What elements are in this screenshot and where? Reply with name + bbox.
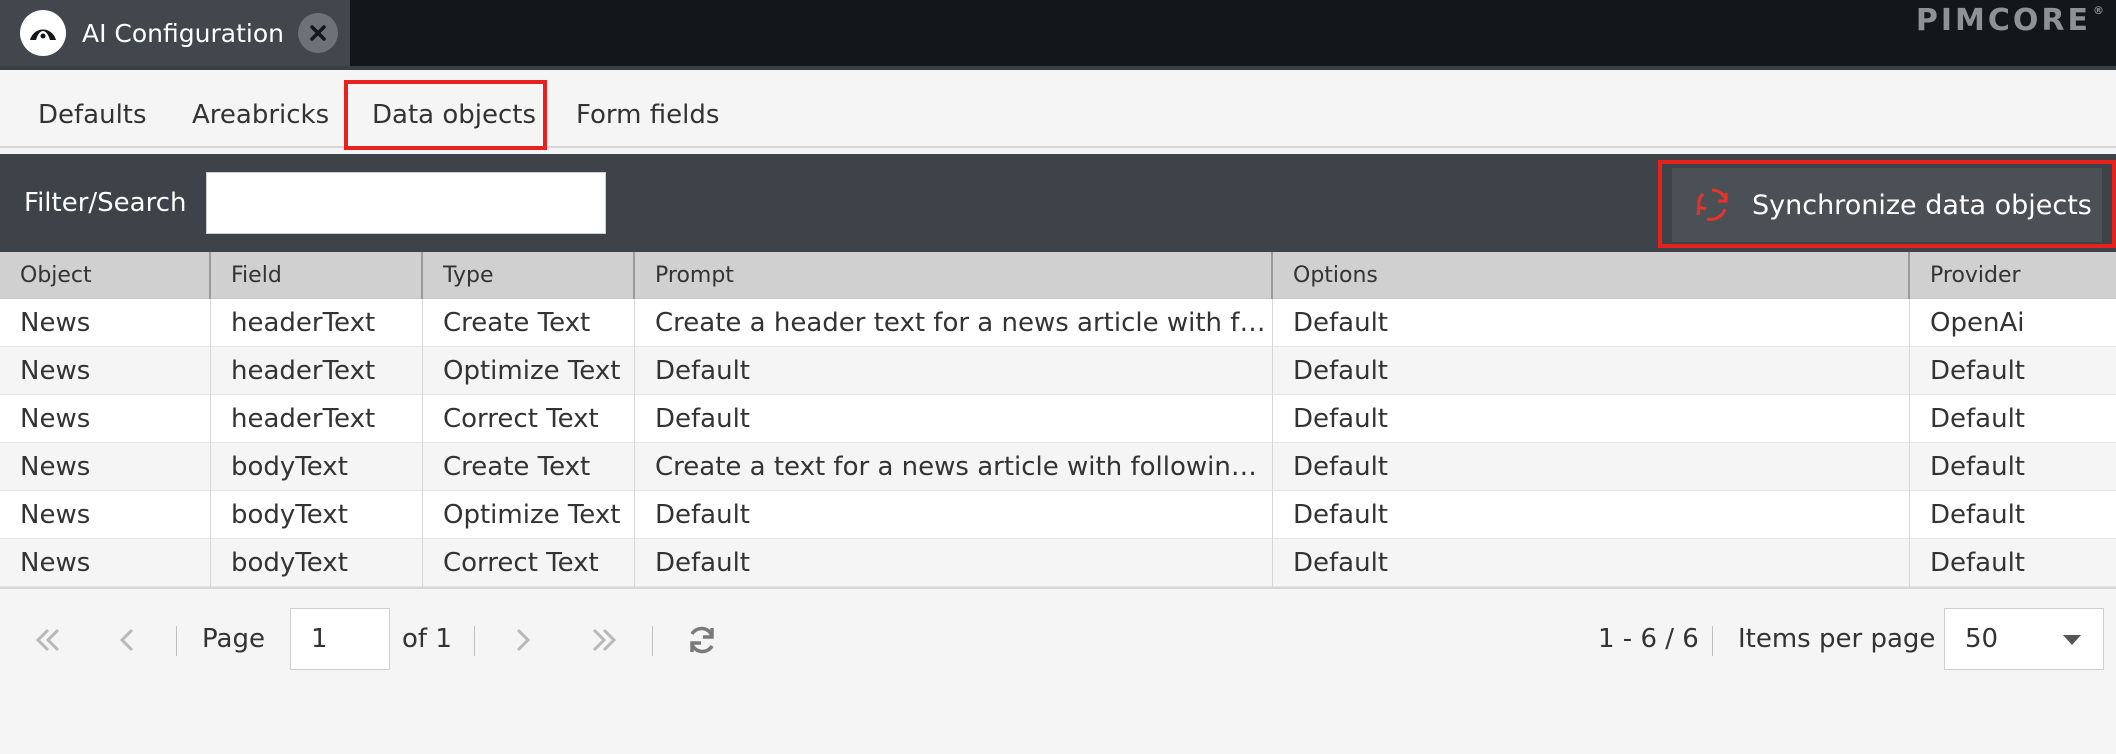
tab-form-fields[interactable]: Form fields (576, 100, 719, 130)
cell-field: bodyText (211, 443, 423, 491)
cell-object: News (0, 347, 211, 395)
cell-field: headerText (211, 347, 423, 395)
column-header-prompt[interactable]: Prompt (635, 252, 1273, 299)
synchronize-data-objects-button[interactable]: Synchronize data objects (1672, 168, 2102, 242)
subtab-bar: Defaults Areabricks Data objects Form fi… (0, 70, 2116, 148)
cell-type: Optimize Text (423, 491, 635, 539)
cell-field: headerText (211, 299, 423, 347)
column-header-object[interactable]: Object (0, 252, 211, 299)
cell-provider[interactable]: OpenAi (1910, 299, 2116, 347)
table-row[interactable]: News bodyText Optimize Text Default Defa… (0, 491, 2116, 539)
separator (176, 626, 177, 656)
page-number-input[interactable]: 1 (290, 608, 390, 670)
filter-search-input[interactable] (206, 172, 606, 234)
sync-button-label: Synchronize data objects (1752, 189, 2092, 221)
pimcore-logo-icon (20, 10, 66, 56)
separator (474, 626, 475, 656)
page-count-label: of 1 (402, 624, 452, 654)
chevron-down-icon (2063, 635, 2081, 645)
cell-object: News (0, 299, 211, 347)
grid-bottom-border (0, 587, 2116, 589)
cell-field: headerText (211, 395, 423, 443)
close-icon[interactable] (298, 13, 338, 53)
last-page-icon[interactable] (586, 622, 622, 658)
items-per-page-value: 50 (1965, 624, 1999, 654)
cell-field: bodyText (211, 491, 423, 539)
sync-icon (1696, 188, 1728, 221)
cell-type: Optimize Text (423, 347, 635, 395)
separator (1712, 626, 1713, 656)
cell-object: News (0, 395, 211, 443)
cell-type: Create Text (423, 299, 635, 347)
cell-object: News (0, 539, 211, 587)
cell-object: News (0, 443, 211, 491)
filter-search-label: Filter/Search (24, 188, 187, 218)
refresh-icon[interactable] (684, 622, 720, 658)
cell-options[interactable]: Default (1273, 539, 1910, 587)
cell-options[interactable]: Default (1273, 299, 1910, 347)
grid-header: Object Field Type Prompt Options Provide… (0, 252, 2116, 299)
column-header-provider[interactable]: Provider (1910, 252, 2116, 299)
table-row[interactable]: News headerText Create Text Create a hea… (0, 299, 2116, 347)
items-per-page-select[interactable]: 50 (1944, 608, 2104, 670)
tab-ai-configuration[interactable]: AI Configuration (0, 0, 350, 66)
cell-type: Create Text (423, 443, 635, 491)
cell-prompt[interactable]: Default (635, 539, 1273, 587)
first-page-icon[interactable] (30, 622, 66, 658)
cell-provider[interactable]: Default (1910, 347, 2116, 395)
tab-title: AI Configuration (82, 18, 284, 48)
items-per-page-label: Items per page (1738, 624, 1936, 654)
cell-object: News (0, 491, 211, 539)
cell-type: Correct Text (423, 395, 635, 443)
column-header-type[interactable]: Type (423, 252, 635, 299)
brand-registered-mark: ® (2093, 3, 2104, 17)
cell-provider[interactable]: Default (1910, 539, 2116, 587)
table-row[interactable]: News headerText Optimize Text Default De… (0, 347, 2116, 395)
table-row[interactable]: News headerText Correct Text Default Def… (0, 395, 2116, 443)
next-page-icon[interactable] (504, 622, 540, 658)
cell-type: Correct Text (423, 539, 635, 587)
column-header-field[interactable]: Field (211, 252, 423, 299)
cell-provider[interactable]: Default (1910, 443, 2116, 491)
table-row[interactable]: News bodyText Create Text Create a text … (0, 443, 2116, 491)
cell-provider[interactable]: Default (1910, 491, 2116, 539)
brand-logo: PIMCORE ® (1916, 0, 2104, 40)
ai-config-grid: Object Field Type Prompt Options Provide… (0, 252, 2116, 589)
cell-options[interactable]: Default (1273, 491, 1910, 539)
highlight-data-objects-tab (344, 80, 547, 150)
cell-options[interactable]: Default (1273, 347, 1910, 395)
previous-page-icon[interactable] (110, 622, 146, 658)
brand-text: PIMCORE (1915, 2, 2091, 38)
column-header-options[interactable]: Options (1273, 252, 1910, 299)
cell-prompt[interactable]: Create a header text for a news article … (635, 299, 1273, 347)
tab-areabricks[interactable]: Areabricks (192, 100, 329, 130)
paging-range-label: 1 - 6 / 6 (1598, 624, 1699, 654)
cell-options[interactable]: Default (1273, 443, 1910, 491)
cell-options[interactable]: Default (1273, 395, 1910, 443)
paging-toolbar: Page 1 of 1 1 - 6 / 6 Items per page 50 (0, 592, 2116, 688)
cell-field: bodyText (211, 539, 423, 587)
cell-prompt[interactable]: Default (635, 491, 1273, 539)
separator (652, 626, 653, 656)
cell-provider[interactable]: Default (1910, 395, 2116, 443)
table-row[interactable]: News bodyText Correct Text Default Defau… (0, 539, 2116, 587)
app-topbar: AI Configuration PIMCORE ® (0, 0, 2116, 66)
cell-prompt[interactable]: Default (635, 347, 1273, 395)
cell-prompt[interactable]: Create a text for a news article with fo… (635, 443, 1273, 491)
tab-defaults[interactable]: Defaults (38, 100, 147, 130)
cell-prompt[interactable]: Default (635, 395, 1273, 443)
page-label: Page (202, 624, 265, 654)
